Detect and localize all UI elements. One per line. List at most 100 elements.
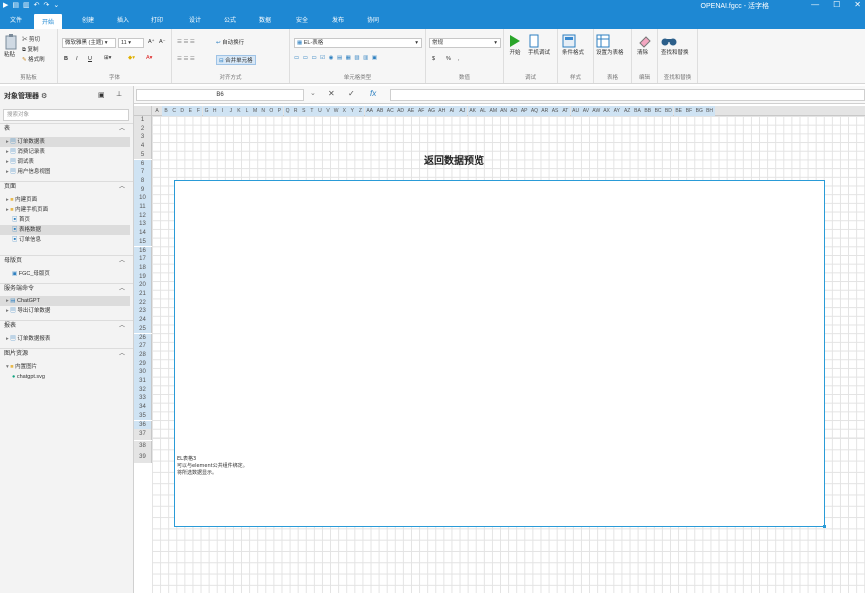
column-header[interactable]: A (152, 106, 162, 116)
row-header[interactable]: 28 (134, 350, 152, 360)
column-header[interactable]: AX (601, 106, 612, 116)
column-header[interactable]: AK (467, 106, 478, 116)
column-header[interactable]: K (234, 106, 243, 116)
column-header[interactable]: F (194, 106, 203, 116)
row-header[interactable]: 15 (134, 237, 152, 247)
column-header[interactable]: M (251, 106, 260, 116)
column-header[interactable]: AC (385, 106, 396, 116)
column-header[interactable]: G (202, 106, 211, 116)
tab-print[interactable]: 打印 (151, 15, 163, 24)
insert-function-button[interactable]: fx (370, 89, 376, 98)
open-icon[interactable]: ▥ (23, 1, 30, 9)
conditional-format-button[interactable]: 条件格式 (562, 34, 584, 56)
row-header[interactable]: 27 (134, 342, 152, 351)
currency-button[interactable]: $ (432, 56, 435, 62)
section-images[interactable]: 图片资源 ︿ (0, 348, 133, 360)
column-header[interactable]: U (315, 106, 324, 116)
column-header[interactable]: Z (356, 106, 365, 116)
row-header[interactable]: 38 (134, 440, 152, 452)
section-master-pages[interactable]: 母版页 ︿ (0, 255, 133, 267)
settings-icon[interactable]: ⚙ (41, 93, 47, 100)
column-header[interactable]: AI (446, 106, 458, 116)
section-pages[interactable]: 页面 ︿ (0, 181, 133, 193)
column-header[interactable]: AM (488, 106, 499, 116)
wrap-text-button[interactable]: ↩ 自动换行 (216, 38, 244, 46)
column-header[interactable]: AU (570, 106, 581, 116)
underline-button[interactable]: U (88, 56, 92, 62)
cell-type-select[interactable]: ▦ EL-表格 ▾ (294, 38, 422, 48)
number-format-select[interactable]: 常规 ▾ (429, 38, 501, 48)
tab-publish[interactable]: 发布 (332, 15, 344, 24)
column-header[interactable]: AD (395, 106, 406, 116)
select-all-corner[interactable] (134, 106, 152, 116)
grow-font-button[interactable]: A⁺ (148, 39, 155, 45)
pin-icon[interactable]: ⊥ (116, 90, 122, 98)
row-header[interactable]: 22 (134, 298, 152, 308)
tab-security[interactable]: 安全 (296, 15, 308, 24)
cell-type-gallery[interactable]: ▭ ▭ ▭ ☑ ◉ ▤ ▦ ▧ ▥ ▣ (294, 55, 378, 61)
list-item[interactable]: ▣ 首页 (0, 215, 130, 225)
redo-icon[interactable]: ↷ (44, 1, 50, 9)
list-item[interactable]: ▸ ■ 内建手机页面 (0, 205, 130, 215)
list-item[interactable]: ▸ ▤ 消费记录表 (0, 147, 130, 157)
row-header[interactable]: 39 (134, 451, 152, 464)
row-header[interactable]: 26 (134, 333, 152, 343)
list-item[interactable]: ▸ ▤ 用户信息视图 (0, 167, 130, 177)
list-item[interactable]: ▸ ▤ 订单数据报表 (0, 334, 130, 344)
list-item[interactable]: ▸ ▤ 导出订单数据 (0, 306, 130, 316)
list-item[interactable]: ▸ ▤ 订单数据表 (0, 137, 130, 147)
column-header[interactable]: S (299, 106, 308, 116)
fill-color-icon[interactable]: ◆▾ (128, 55, 135, 61)
row-header[interactable]: 1 (134, 116, 152, 125)
tab-file[interactable]: 文件 (10, 15, 22, 24)
column-header[interactable]: T (307, 106, 316, 116)
list-item[interactable]: ● chatgpt.svg (0, 372, 130, 382)
row-header[interactable]: 9 (134, 185, 152, 195)
formula-input[interactable] (390, 89, 865, 101)
font-size-select[interactable]: 11 ▾ (118, 38, 144, 48)
shrink-font-button[interactable]: A⁻ (159, 39, 166, 45)
clear-button[interactable]: 清除 (637, 34, 651, 56)
tab-collab[interactable]: 协同 (367, 15, 379, 24)
column-header[interactable]: AO (508, 106, 519, 116)
column-header[interactable]: D (178, 106, 187, 116)
column-header[interactable]: BA (632, 106, 643, 116)
row-header[interactable]: 29 (134, 359, 152, 369)
row-header[interactable]: 11 (134, 203, 152, 212)
minimize-button[interactable]: — (811, 0, 819, 9)
set-as-table-button[interactable]: 设置为表格 (596, 34, 624, 56)
section-server-commands[interactable]: 服务端命令 ︿ (0, 283, 133, 295)
row-header[interactable]: 32 (134, 385, 152, 395)
row-header[interactable]: 19 (134, 272, 152, 282)
row-header[interactable]: 5 (134, 150, 152, 160)
column-header[interactable]: AR (539, 106, 550, 116)
column-header[interactable]: J (226, 106, 235, 116)
merge-cells-button[interactable]: ⊟ 合并单元格 (216, 55, 256, 65)
column-header[interactable]: R (291, 106, 300, 116)
list-item[interactable]: ▸ ▤ ChatGPT (0, 296, 130, 306)
column-header[interactable]: H (210, 106, 219, 116)
row-header[interactable]: 13 (134, 220, 152, 230)
column-header[interactable]: AJ (457, 106, 468, 116)
list-item[interactable]: ▾ ■ 内置图片 (0, 362, 130, 372)
row-header[interactable]: 7 (134, 168, 152, 177)
list-item[interactable]: ▣ 表格数据 (0, 225, 130, 235)
find-replace-button[interactable]: 查找和替换 (661, 34, 689, 56)
column-header[interactable]: BG (694, 106, 705, 116)
row-header[interactable]: 16 (134, 246, 152, 256)
column-header[interactable]: Y (348, 106, 357, 116)
row-header[interactable]: 2 (134, 124, 152, 134)
border-icon[interactable]: ⊞▾ (104, 55, 111, 61)
row-header[interactable]: 36 (134, 420, 152, 430)
copy-button[interactable]: ⧉ 复制 (22, 45, 38, 54)
row-header[interactable]: 18 (134, 263, 152, 273)
column-header[interactable]: W (332, 106, 341, 116)
paste-button[interactable]: 粘贴 (4, 34, 18, 58)
row-header[interactable]: 12 (134, 211, 152, 221)
start-debug-button[interactable]: 开始 (509, 34, 521, 56)
list-item[interactable]: ▣ FGC_母版页 (0, 269, 130, 279)
tab-data[interactable]: 数据 (259, 15, 271, 24)
column-header[interactable]: C (170, 106, 179, 116)
row-header[interactable]: 4 (134, 142, 152, 151)
align-top-icon[interactable]: ☰ ☰ ☰ (177, 39, 195, 45)
